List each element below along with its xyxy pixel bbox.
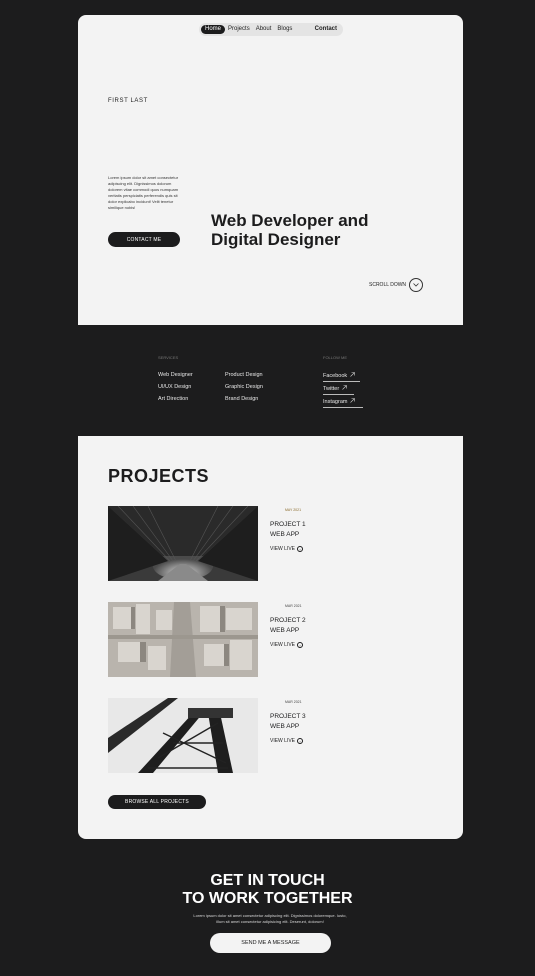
follow-heading: FOLLOW ME xyxy=(323,355,348,360)
project-1-image[interactable] xyxy=(108,506,258,581)
contact-title: GET IN TOUCH TO WORK TOGETHER xyxy=(0,872,535,908)
headline-line-2: Digital Designer xyxy=(211,230,341,249)
project-date: MAY 2021 xyxy=(285,508,302,512)
send-message-button[interactable]: SEND ME A MESSAGE xyxy=(210,933,331,953)
arrow-right-icon: › xyxy=(297,546,304,552)
underline xyxy=(323,394,354,395)
social-label: Facebook xyxy=(323,372,348,379)
view-live-link[interactable]: VIEW LIVE › xyxy=(270,546,304,552)
project-date: MAR 2021 xyxy=(285,604,302,608)
service-item: Web Designer xyxy=(158,372,193,378)
scroll-down-button[interactable]: SCROLL DOWN xyxy=(369,278,424,292)
project-card: MAY 2021 PROJECT 1 WEB APP VIEW LIVE › xyxy=(108,506,328,582)
view-live-label: VIEW LIVE xyxy=(270,642,296,648)
nav-item-home[interactable]: Home xyxy=(201,25,226,34)
project-3-image[interactable] xyxy=(108,698,258,773)
contact-text: Lorem ipsum dolor sit amet consectetur a… xyxy=(193,913,347,924)
social-link-instagram[interactable]: Instagram xyxy=(323,398,363,408)
nav-item-about[interactable]: About xyxy=(253,25,275,34)
social-label: Twitter xyxy=(323,385,340,392)
social-link-twitter[interactable]: Twitter xyxy=(323,385,354,395)
underline xyxy=(323,407,363,408)
services-band: SERVICES Web Designer UI/UX Design Art D… xyxy=(0,325,535,436)
view-live-link[interactable]: VIEW LIVE › xyxy=(270,738,304,744)
hero-section: Home Projects About Blogs Contact FIRST … xyxy=(78,15,463,325)
arrow-up-right-icon xyxy=(350,398,356,405)
service-item: Art Direction xyxy=(158,396,189,402)
service-item: Graphic Design xyxy=(225,384,263,390)
project-title: PROJECT 3 WEB APP xyxy=(270,712,306,732)
service-item: UI/UX Design xyxy=(158,384,192,390)
project-title-line-2: WEB APP xyxy=(270,723,300,730)
arrow-up-right-icon xyxy=(342,385,348,392)
social-link-facebook[interactable]: Facebook xyxy=(323,372,360,382)
project-title: PROJECT 2 WEB APP xyxy=(270,616,306,636)
view-live-link[interactable]: VIEW LIVE › xyxy=(270,642,304,648)
project-title: PROJECT 1 WEB APP xyxy=(270,520,306,540)
contact-title-line-2: TO WORK TOGETHER xyxy=(182,890,353,907)
social-label: Instagram xyxy=(323,398,348,405)
portfolio-page: Home Projects About Blogs Contact FIRST … xyxy=(0,0,535,976)
nav-contact-link[interactable]: Contact xyxy=(312,25,341,34)
nav-item-projects[interactable]: Projects xyxy=(225,25,253,34)
nav-item-blogs[interactable]: Blogs xyxy=(274,25,295,34)
projects-title: PROJECTS xyxy=(108,466,210,486)
project-title-line-1: PROJECT 2 xyxy=(270,617,306,624)
project-2-image[interactable] xyxy=(108,602,258,677)
hero-headline: Web Developer and Digital Designer xyxy=(211,211,368,249)
project-title-line-1: PROJECT 1 xyxy=(270,521,306,528)
project-title-line-2: WEB APP xyxy=(270,627,300,634)
arrow-right-icon: › xyxy=(297,642,304,648)
underline xyxy=(323,381,360,382)
chevron-down-icon xyxy=(409,278,424,292)
arrow-up-right-icon xyxy=(350,372,355,379)
project-title-line-1: PROJECT 3 xyxy=(270,713,306,720)
view-live-label: VIEW LIVE xyxy=(270,546,296,552)
view-live-label: VIEW LIVE xyxy=(270,738,296,744)
top-nav: Home Projects About Blogs Contact xyxy=(199,23,343,36)
project-title-line-2: WEB APP xyxy=(270,531,300,538)
contact-me-button[interactable]: CONTACT ME xyxy=(108,232,180,247)
projects-section: PROJECTS MAY 2021 PROJECT 1 WEB APP VIEW… xyxy=(78,436,463,839)
service-item: Product Design xyxy=(225,372,263,378)
headline-line-1: Web Developer and xyxy=(211,211,369,230)
project-date: MAR 2021 xyxy=(285,700,302,704)
project-card: MAR 2021 PROJECT 3 WEB APP VIEW LIVE › xyxy=(108,698,328,774)
browse-all-projects-button[interactable]: BROWSE ALL PROJECTS xyxy=(108,795,206,809)
arrow-right-icon: › xyxy=(297,738,304,744)
service-item: Brand Design xyxy=(225,396,259,402)
project-card: MAR 2021 PROJECT 2 WEB APP VIEW LIVE › xyxy=(108,602,328,678)
brand-name: FIRST LAST xyxy=(108,98,148,104)
scroll-down-label: SCROLL DOWN xyxy=(369,282,407,288)
services-heading: SERVICES xyxy=(158,355,179,360)
hero-bio: Lorem ipsum dolor sit amet consectetur a… xyxy=(108,175,179,210)
contact-title-line-1: GET IN TOUCH xyxy=(210,872,325,889)
